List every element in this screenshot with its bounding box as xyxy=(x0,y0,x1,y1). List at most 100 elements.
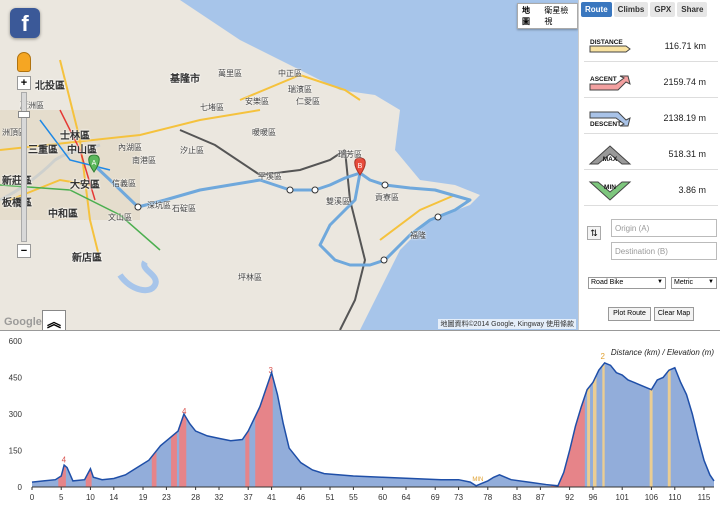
x-tick-label: 10 xyxy=(86,493,95,502)
zoom-in-button[interactable]: + xyxy=(17,76,31,90)
route-map[interactable]: A B 北投區 士林區 中山區 大安區 信義區 南港區 內湖區 汐止區 三重區 … xyxy=(0,0,578,330)
x-tick-label: 73 xyxy=(454,493,463,502)
elevation-area xyxy=(32,362,714,487)
panel-tabs: Route Climbs GPX Share xyxy=(579,0,720,17)
unit-select[interactable]: Metric ▼ xyxy=(671,277,717,289)
x-tick-label: 0 xyxy=(30,493,35,502)
climb-segment xyxy=(602,362,605,487)
x-tick-label: 64 xyxy=(402,493,411,502)
x-tick-label: 41 xyxy=(267,493,276,502)
x-tick-label: 83 xyxy=(513,493,522,502)
end-marker-label: B xyxy=(358,163,363,170)
x-tick-label: 51 xyxy=(326,493,335,502)
map-label: 平溪區 xyxy=(258,172,282,181)
x-tick-label: 46 xyxy=(296,493,305,502)
x-tick-label: 110 xyxy=(668,493,681,502)
climb-segment xyxy=(245,428,250,487)
map-label: 中正區 xyxy=(278,69,302,78)
map-type-control[interactable]: 地圖 衛星檢視 xyxy=(517,3,578,29)
zoom-slider-handle[interactable] xyxy=(18,111,30,118)
map-label: 仁愛區 xyxy=(296,97,320,106)
end-marker[interactable]: B xyxy=(354,157,366,176)
mode-select[interactable]: Road Bike ▼ xyxy=(588,277,666,289)
clear-map-button[interactable]: Clear Map xyxy=(654,307,694,321)
x-tick-label: 96 xyxy=(589,493,598,502)
chart-title: Distance (km) / Elevation (m) xyxy=(611,348,714,357)
plot-route-button[interactable]: Plot Route xyxy=(608,307,651,321)
elevation-chart[interactable]: 443201503004506000 5 10 14 19 23 28 32 37 41 46 51 5… xyxy=(0,331,720,513)
bike-route-planner: A B 北投區 士林區 中山區 大安區 信義區 南港區 內湖區 汐止區 三重區 … xyxy=(0,0,720,513)
zoom-control[interactable]: + − xyxy=(17,76,31,258)
climb-segment xyxy=(587,386,591,487)
map-label: 福隆 xyxy=(410,231,426,240)
climb-segment xyxy=(592,375,597,487)
x-tick-label: 115 xyxy=(698,493,711,502)
x-tick-label: 87 xyxy=(536,493,545,502)
route-panel: Route Climbs GPX Share DISTANCE 116.71 k… xyxy=(578,0,720,330)
max-value: 518.31 m xyxy=(668,149,706,159)
x-tick-label: 60 xyxy=(378,493,387,502)
mode-select-value: Road Bike xyxy=(591,279,624,286)
ascent-value: 2159.74 m xyxy=(663,77,706,87)
waypoint[interactable] xyxy=(311,186,319,194)
map-type-map[interactable]: 地圖 xyxy=(518,4,541,28)
map-label: 士林區 xyxy=(60,131,90,142)
waypoint[interactable] xyxy=(434,213,442,221)
start-marker-label: A xyxy=(92,160,97,167)
map-attribution[interactable]: 地圖資料©2014 Google, Kingway 使用條款 xyxy=(438,319,576,329)
destination-input[interactable]: Destination (B) xyxy=(611,242,717,260)
map-canvas[interactable]: A B xyxy=(0,0,578,330)
stat-descent: DESCENT 2138.19 m xyxy=(584,104,718,134)
x-tick-label: 23 xyxy=(162,493,171,502)
unit-select-value: Metric xyxy=(674,279,694,286)
street-view-pegman-icon[interactable] xyxy=(17,52,31,72)
climb-segment xyxy=(667,369,671,487)
map-label: 基隆市 xyxy=(170,74,200,85)
map-label: 貢寮區 xyxy=(375,193,399,202)
tab-share[interactable]: Share xyxy=(677,2,708,17)
waypoint[interactable] xyxy=(381,181,389,189)
distance-icon: DISTANCE xyxy=(589,39,631,53)
min-elevation-icon: MIN xyxy=(588,181,632,201)
x-tick-label: 32 xyxy=(215,493,224,502)
waypoint[interactable] xyxy=(286,186,294,194)
min-value: 3.86 m xyxy=(678,185,706,195)
waypoint[interactable] xyxy=(380,256,388,264)
map-label: 坪林區 xyxy=(238,273,262,282)
descent-label: DESCENT xyxy=(590,121,621,128)
y-tick-label: 450 xyxy=(9,374,23,383)
y-tick-label: 600 xyxy=(9,337,23,346)
y-tick-label: 300 xyxy=(9,410,23,419)
x-tick-label: 92 xyxy=(565,493,574,502)
distance-label: DISTANCE xyxy=(590,39,623,46)
x-tick-label: 106 xyxy=(645,493,659,502)
tab-climbs[interactable]: Climbs xyxy=(613,2,649,17)
map-label: 文山區 xyxy=(108,213,132,222)
tab-gpx[interactable]: GPX xyxy=(650,2,676,17)
map-label: 中山區 xyxy=(67,145,97,156)
zoom-out-button[interactable]: − xyxy=(17,244,31,258)
descent-icon: DESCENT xyxy=(589,111,631,128)
map-label: 北投區 xyxy=(35,81,65,92)
max-label: MAX xyxy=(603,156,618,163)
waypoint[interactable] xyxy=(134,203,142,211)
dropdown-arrow-icon: ▼ xyxy=(657,279,663,285)
stat-distance: DISTANCE 116.71 km xyxy=(584,32,718,62)
swap-origin-destination-button[interactable]: ⇅ xyxy=(587,226,601,240)
map-label: 安樂區 xyxy=(245,97,269,106)
map-label: 三重區 xyxy=(28,145,58,156)
collapse-profile-button[interactable]: ︽ xyxy=(42,310,66,330)
stat-min: MIN 3.86 m xyxy=(584,176,718,206)
elevation-profile[interactable]: 4 4 3 2 0 150 300 450 600 0 5 10 14 19 23 28 32 37 41 46 51 5… xyxy=(0,330,720,513)
tab-route[interactable]: Route xyxy=(581,2,612,17)
min-point-label: MIN xyxy=(472,477,483,483)
facebook-button[interactable]: f xyxy=(10,8,40,38)
ascent-icon: ASCENT xyxy=(589,75,631,91)
x-tick-label: 78 xyxy=(483,493,492,502)
x-tick-label: 14 xyxy=(109,493,118,502)
zoom-slider[interactable] xyxy=(18,92,30,242)
map-label: 瑞芳區 xyxy=(338,150,362,159)
map-label: 汐止區 xyxy=(180,146,204,155)
origin-input[interactable]: Origin (A) xyxy=(611,219,717,237)
map-type-satellite[interactable]: 衛星檢視 xyxy=(540,4,577,28)
